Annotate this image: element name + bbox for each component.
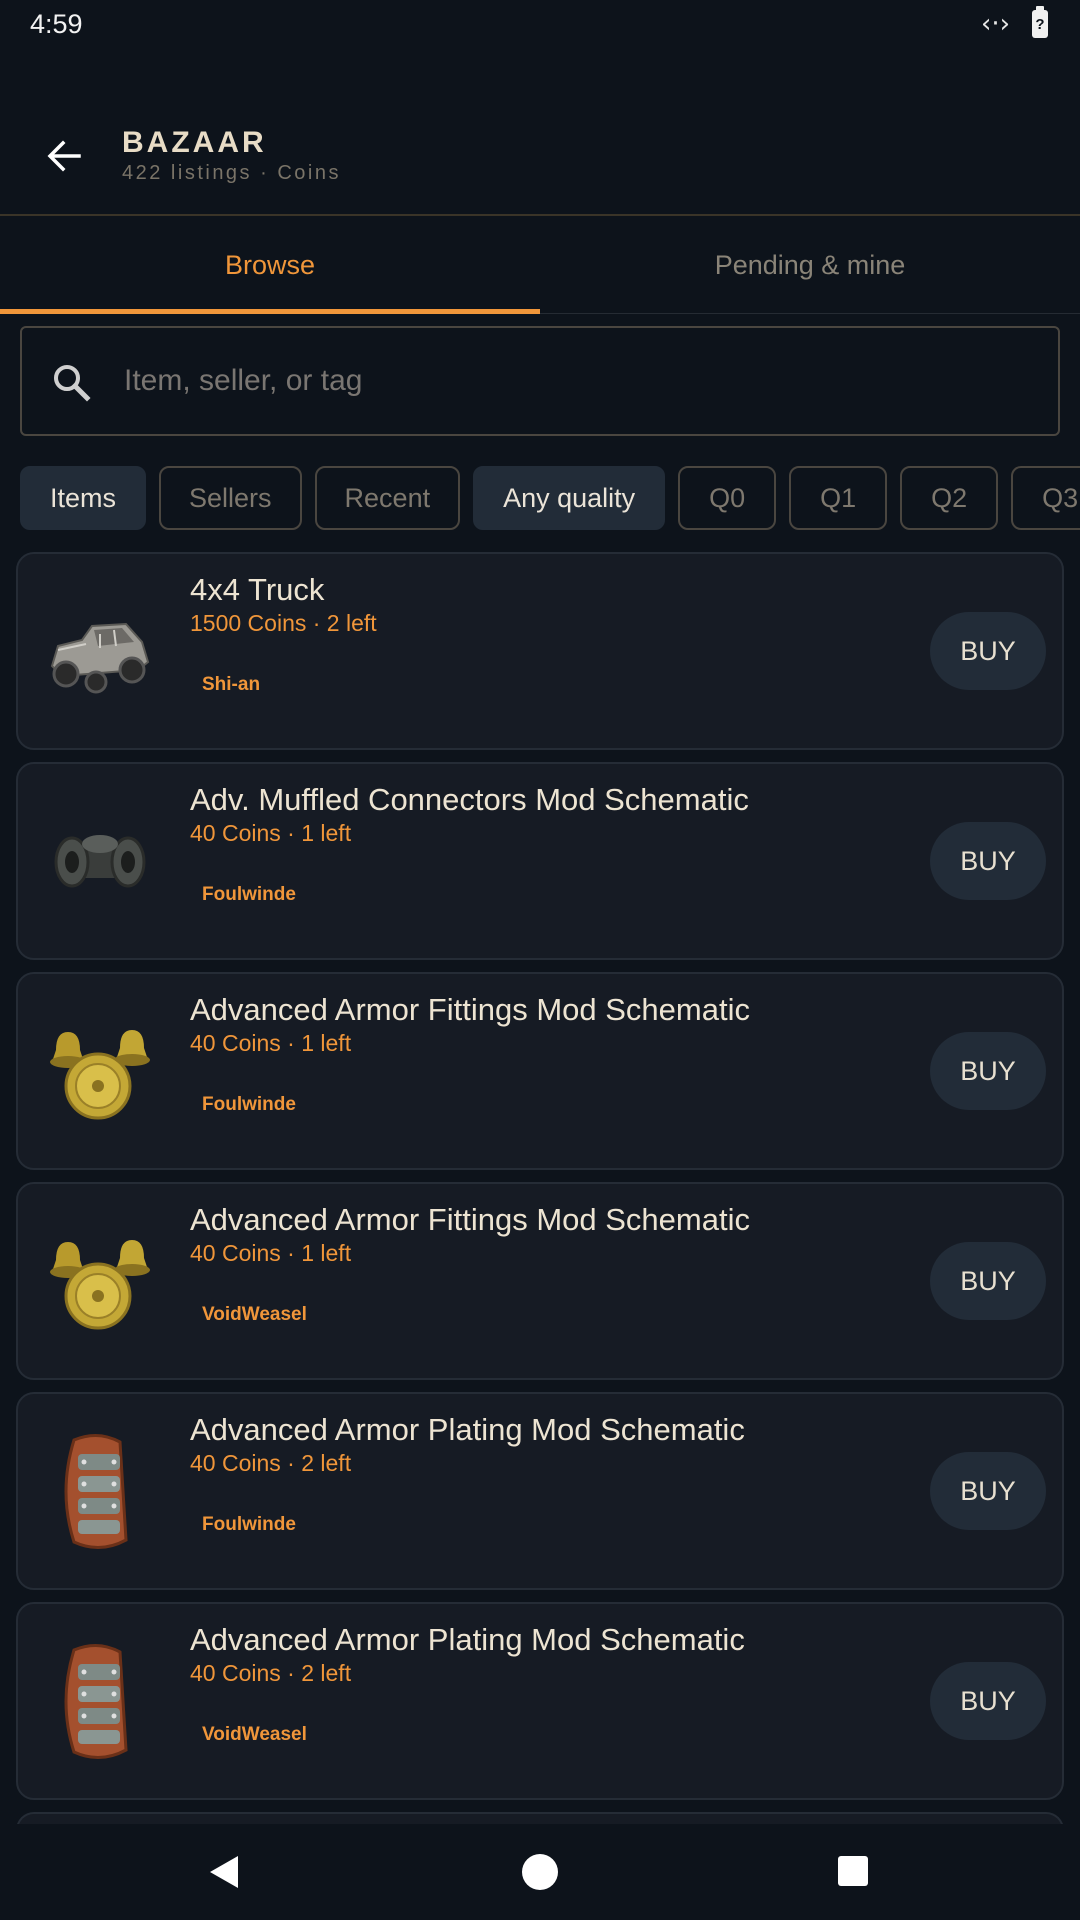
status-time: 4:59 [30,8,83,39]
app-header: BAZAAR 422 listings · Coins [0,96,1080,216]
item-name: Advanced Armor Plating Mod Schematic [190,1412,745,1447]
code-arrows-icon: ‹·› [980,9,1010,39]
item-name: Advanced Armor Fittings Mod Schematic [190,992,750,1027]
tab-bar: Browse Pending & mine [0,218,1080,314]
seller-tag[interactable]: Foulwinde [190,1086,308,1124]
listing-card[interactable]: Advanced Armor Fittings Mod Schematic 40… [16,1182,1064,1380]
brass-fittings-icon [50,1240,150,1330]
arrow-left-icon [47,140,81,172]
item-name: Adv. Muffled Connectors Mod Schematic [190,782,749,817]
connector-icon [54,835,146,888]
item-price: 1500 Coins · 2 left [190,610,377,636]
item-price: 40 Coins · 1 left [190,1240,352,1266]
item-price: 40 Coins · 1 left [190,820,352,846]
brass-fittings-icon [50,1030,150,1120]
back-button[interactable] [30,122,98,190]
seller-tag[interactable]: VoidWeasel [190,1716,319,1754]
search-box [20,326,1060,436]
chip-q2[interactable]: Q2 [900,466,999,530]
tab-pending-mine[interactable]: Pending & mine [540,218,1080,313]
chip-sellers[interactable]: Sellers [159,466,302,530]
chip-any-quality[interactable]: Any quality [473,466,666,530]
buy-button[interactable]: BUY [930,1452,1046,1530]
armor-plating-icon [64,1434,128,1549]
chip-q3[interactable]: Q3 [1011,466,1080,530]
page-title: BAZAAR [122,126,267,159]
chip-items[interactable]: Items [20,466,147,530]
listing-list: 4x4 Truck 1500 Coins · 2 left Shi-an BUY… [16,552,1064,1824]
listing-card[interactable]: Adv. Muffled Connectors Mod Schematic 40… [16,762,1064,960]
listing-card-partial[interactable] [16,1812,1064,1824]
tab-browse[interactable]: Browse [0,218,540,314]
item-name: 4x4 Truck [190,572,325,607]
listing-card[interactable]: Advanced Armor Plating Mod Schematic 40 … [16,1392,1064,1590]
seller-tag[interactable]: Foulwinde [190,876,308,914]
item-price: 40 Coins · 1 left [190,1030,352,1056]
buy-button[interactable]: BUY [930,1242,1046,1320]
system-nav-bar [0,1824,1080,1920]
status-icons: ‹·› ? [980,6,1050,39]
item-name: Advanced Armor Fittings Mod Schematic [190,1202,750,1237]
chip-q0[interactable]: Q0 [678,466,777,530]
chip-q1[interactable]: Q1 [789,466,888,530]
chip-recent[interactable]: Recent [314,466,461,530]
nav-home-icon[interactable] [522,1854,558,1890]
listing-card[interactable]: 4x4 Truck 1500 Coins · 2 left Shi-an BUY [16,552,1064,750]
listing-card[interactable]: Advanced Armor Plating Mod Schematic 40 … [16,1602,1064,1800]
buy-button[interactable]: BUY [930,822,1046,900]
search-input[interactable] [124,328,1024,434]
page-subtitle: 422 listings · Coins [122,162,341,184]
item-name: Advanced Armor Plating Mod Schematic [190,1622,745,1657]
buy-button[interactable]: BUY [930,1662,1046,1740]
search-icon [54,365,91,402]
seller-tag[interactable]: Foulwinde [190,1506,308,1544]
listing-card[interactable]: Advanced Armor Fittings Mod Schematic 40… [16,972,1064,1170]
filter-chips: Items Sellers Recent Any quality Q0 Q1 Q… [20,466,1080,530]
nav-recents-icon[interactable] [838,1856,868,1886]
armor-plating-icon [64,1644,128,1759]
seller-tag[interactable]: Shi-an [190,666,272,704]
buy-button[interactable]: BUY [930,612,1046,690]
buy-button[interactable]: BUY [930,1032,1046,1110]
battery-icon: ? [1032,6,1048,38]
item-price: 40 Coins · 2 left [190,1660,352,1686]
battery-glyph: ? [1035,15,1045,33]
nav-back-icon[interactable] [204,1852,244,1892]
status-bar: 4:59 ‹·› ? [0,0,1080,48]
seller-tag[interactable]: VoidWeasel [190,1296,319,1334]
item-price: 40 Coins · 2 left [190,1450,352,1476]
truck-icon [50,622,150,694]
